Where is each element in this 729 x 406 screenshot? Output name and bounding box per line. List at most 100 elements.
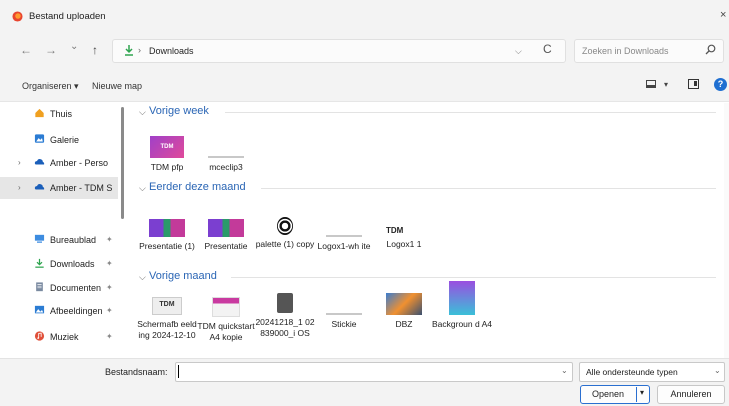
- cloud-icon: [34, 159, 45, 165]
- file-item[interactable]: TDM Schermafb eelding 2024-12-10: [137, 291, 197, 341]
- view-dropdown-icon[interactable]: ▾: [664, 80, 668, 89]
- open-button-label: Openen: [591, 389, 625, 399]
- file-item[interactable]: 20241218_1 02839000_i OS: [255, 291, 315, 339]
- file-item[interactable]: Backgroun d A4: [432, 281, 493, 330]
- file-thumbnail: [449, 281, 475, 315]
- forward-button[interactable]: →: [45, 43, 57, 57]
- group-collapse-icon[interactable]: ⌵: [139, 272, 146, 283]
- pin-icon[interactable]: ✦: [106, 283, 113, 292]
- home-icon: [35, 108, 44, 118]
- pin-icon[interactable]: ✦: [106, 306, 113, 315]
- organize-button[interactable]: Organiseren ▾: [22, 81, 79, 92]
- filename-dropdown-icon[interactable]: ⌄: [561, 366, 568, 375]
- group-collapse-icon[interactable]: ⌵: [139, 107, 146, 118]
- filetype-dropdown-icon[interactable]: ⌄: [714, 366, 721, 375]
- recent-locations-button[interactable]: ⌄: [70, 41, 78, 52]
- file-name: Stickie: [331, 319, 357, 329]
- download-icon: [35, 258, 44, 268]
- file-item[interactable]: TDM quickstart A4 kopie: [196, 291, 256, 343]
- file-name: Logox1 1: [386, 239, 422, 249]
- documents-icon: [36, 282, 43, 292]
- desktop-icon: [34, 234, 45, 243]
- file-item[interactable]: palette (1) copy: [255, 215, 315, 250]
- pictures-icon: [34, 305, 45, 314]
- file-item[interactable]: Stickie: [314, 291, 374, 330]
- content-scrollbar[interactable]: [724, 103, 729, 358]
- file-item[interactable]: Presentatie: [196, 215, 256, 252]
- help-icon[interactable]: ?: [714, 78, 727, 91]
- gallery-icon: [34, 134, 45, 143]
- view-options-icon[interactable]: [646, 80, 656, 88]
- group-header[interactable]: Vorige maand: [149, 270, 217, 282]
- file-name: Presentatie: [204, 241, 248, 251]
- download-icon: [125, 45, 133, 56]
- file-thumbnail: TDM: [150, 136, 184, 158]
- expand-chevron-icon[interactable]: ›: [18, 158, 21, 167]
- sidebar-scrollbar[interactable]: [121, 107, 124, 219]
- file-thumbnail: [326, 235, 362, 237]
- sidebar-item-label: Downloads: [50, 259, 95, 269]
- file-thumbnail: [386, 293, 422, 315]
- open-dropdown-icon[interactable]: ▾: [640, 388, 644, 397]
- group-collapse-icon[interactable]: ⌵: [139, 183, 146, 194]
- file-thumbnail: TDM: [152, 297, 182, 315]
- group-divider: [231, 277, 716, 278]
- search-placeholder: Zoeken in Downloads: [582, 46, 669, 56]
- address-dropdown-icon[interactable]: ⌵: [515, 46, 522, 57]
- file-name: Logox1-wh ite: [317, 241, 371, 251]
- file-thumbnail: [208, 156, 244, 158]
- file-item[interactable]: Logox1-wh ite: [314, 215, 374, 252]
- cloud-icon: [34, 184, 45, 190]
- group-divider: [261, 188, 716, 189]
- expand-chevron-icon[interactable]: ›: [18, 183, 21, 192]
- pin-icon[interactable]: ✦: [106, 259, 113, 268]
- group-header[interactable]: Eerder deze maand: [149, 181, 246, 193]
- sidebar-item-label: Galerie: [50, 135, 80, 145]
- close-icon[interactable]: ×: [720, 9, 726, 21]
- file-name: mceclip3: [209, 162, 243, 172]
- file-thumbnail: [326, 313, 362, 315]
- file-item[interactable]: DBZ: [374, 291, 434, 330]
- filetype-value: Alle ondersteunde typen: [586, 367, 678, 377]
- sidebar-item-label: Afbeeldingen: [50, 306, 103, 316]
- file-name: 20241218_1 02839000_i OS: [255, 317, 315, 338]
- group-header[interactable]: Vorige week: [149, 105, 209, 117]
- sidebar-item-label: Amber - TDM S: [50, 183, 113, 193]
- file-thumbnail: [277, 293, 293, 313]
- breadcrumb-separator: ›: [138, 45, 141, 55]
- back-button[interactable]: ←: [20, 43, 32, 57]
- firefox-icon: [12, 11, 23, 22]
- filename-label: Bestandsnaam:: [105, 367, 168, 377]
- file-thumbnail: [208, 219, 244, 237]
- search-icon[interactable]: [705, 44, 716, 55]
- pin-icon[interactable]: ✦: [106, 332, 113, 341]
- file-thumbnail: [149, 219, 185, 237]
- file-name: Presentatie (1): [139, 241, 195, 251]
- sidebar-item-label: Amber - Perso: [50, 158, 109, 168]
- file-name: palette (1) copy: [255, 239, 315, 249]
- file-name: TDM quickstart A4 kopie: [197, 321, 255, 342]
- pin-icon[interactable]: ✦: [106, 235, 113, 244]
- file-name: DBZ: [395, 319, 413, 329]
- sidebar-item-label: Bureaublad: [50, 235, 97, 245]
- file-item[interactable]: mceclip3: [196, 134, 256, 173]
- group-divider: [225, 112, 716, 113]
- window-title: Bestand uploaden: [29, 11, 106, 22]
- file-name: Backgroun d A4: [432, 319, 493, 329]
- cancel-button[interactable]: Annuleren: [657, 385, 725, 404]
- breadcrumb-downloads[interactable]: Downloads: [149, 46, 194, 56]
- title-bar: [0, 0, 729, 32]
- text-caret: [178, 365, 179, 378]
- file-thumbnail: TDM: [386, 226, 404, 235]
- file-item[interactable]: TDM TDM pfp: [137, 134, 197, 173]
- sidebar-item-label: Documenten: [50, 283, 102, 293]
- preview-pane-icon[interactable]: [688, 79, 699, 89]
- refresh-button[interactable]: C: [543, 42, 552, 56]
- music-icon: [34, 331, 45, 341]
- file-item[interactable]: Presentatie (1): [137, 215, 197, 252]
- sidebar-item-label: Thuis: [50, 109, 73, 119]
- filename-input[interactable]: [175, 362, 573, 382]
- file-item[interactable]: TDM Logox1 1: [374, 215, 434, 250]
- new-folder-button[interactable]: Nieuwe map: [92, 81, 142, 91]
- up-button[interactable]: ↑: [92, 43, 98, 57]
